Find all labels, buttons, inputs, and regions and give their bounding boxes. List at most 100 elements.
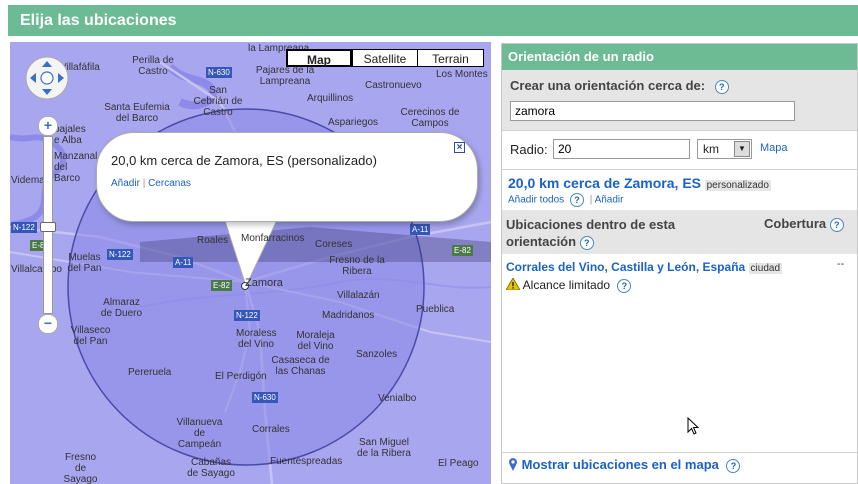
zoom-in-button[interactable]: + — [38, 116, 58, 136]
map-area[interactable]: la Lampreana Perilla de Castro N-630 Paj… — [10, 42, 491, 484]
result-separator: | — [589, 194, 593, 206]
map-label: Roales — [197, 235, 229, 246]
show-map-row: Mostrar ubicaciones en el mapa ? — [508, 457, 741, 474]
reach-text: Alcance limitado — [522, 278, 611, 292]
map-label: Corrales — [252, 424, 290, 435]
bubble-title: 20,0 km cerca de Zamora, ES (personaliza… — [111, 153, 377, 168]
bubble-nearby-link[interactable]: Cercanas — [148, 178, 191, 189]
coverage-header: Cobertura ? — [764, 216, 844, 232]
left-edge — [0, 0, 8, 484]
map-label: Cerecinos de Campos — [400, 107, 460, 129]
result-title-row: 20,0 km cerca de Zamora, ES personalizad… — [508, 175, 771, 191]
radius-input[interactable] — [553, 139, 690, 159]
panel-header: Orientación de un radio — [502, 44, 857, 70]
help-icon[interactable]: ? — [726, 458, 741, 473]
road-shield: N-122 — [11, 222, 37, 233]
radius-panel: Orientación de un radio Crear una orient… — [501, 43, 858, 484]
locations-header: Ubicaciones dentro de esta orientación ? — [506, 216, 696, 250]
map-label: Villalcampo — [11, 264, 62, 275]
map-label: Los Montes — [436, 69, 488, 80]
map-label: Villalazán — [337, 290, 380, 301]
location-tag: ciudad — [748, 263, 783, 274]
map-label: San Miguel de la Ribera — [357, 437, 411, 459]
map-label: El Peago — [438, 458, 479, 469]
road-shield: N-630 — [252, 392, 278, 403]
map-label: Perilla de Castro — [132, 55, 174, 77]
map-label: Fresno de la Ribera — [329, 255, 385, 277]
road-shield: A-11 — [173, 257, 194, 268]
pan-control[interactable] — [24, 55, 70, 101]
location-name[interactable]: Corrales del Vino, Castilla y León, Espa… — [506, 260, 745, 274]
bubble-add-link[interactable]: Añadir — [111, 178, 140, 189]
unit-select[interactable]: km ▼ — [697, 139, 752, 159]
road-shield: A-11 — [410, 224, 431, 235]
map-label: bajales e Alba — [54, 124, 86, 146]
result-section: 20,0 km cerca de Zamora, ES personalizad… — [502, 170, 857, 210]
map-label: Moraless del Vino — [236, 328, 277, 350]
zoom-slider-handle[interactable] — [40, 222, 56, 232]
radius-row: Radio: km ▼ Mapa — [502, 131, 857, 170]
radius-label: Radio: — [510, 142, 548, 157]
location-search-input[interactable] — [510, 101, 795, 121]
create-section: Crear una orientación cerca de: ? — [502, 70, 857, 131]
map-label: Coreses — [315, 239, 353, 250]
map-label: Castronuevo — [365, 80, 422, 91]
map-pin-icon — [508, 457, 518, 474]
map-label-zamora: Zamora — [245, 277, 283, 289]
map-label: Manzanal del Barco — [54, 151, 98, 184]
road-shield: E-82 — [452, 245, 473, 256]
map-label: Villaseco del Pan — [70, 325, 111, 347]
map-label: Santa Eufemia del Barco — [104, 102, 170, 124]
map-label: Aspariegos — [328, 117, 379, 128]
road-shield: N-630 — [206, 67, 232, 78]
map-label: Cabañas de Sayago — [187, 457, 235, 479]
result-tag: personalizado — [704, 180, 771, 191]
warning-icon — [505, 277, 521, 293]
dialog-title: Elija las ubicaciones — [20, 12, 177, 29]
map-label: Pereruela — [128, 367, 172, 378]
road-shield: N-122 — [107, 249, 133, 260]
map-label: San Cebrián de Castro — [193, 85, 243, 118]
map-label: Fuentespreadas — [270, 456, 343, 467]
add-all-link[interactable]: Añadir todos — [508, 195, 564, 206]
bubble-links: Añadir | Cercanas — [111, 178, 191, 189]
show-locations-on-map-link[interactable]: Mostrar ubicaciones en el mapa — [522, 457, 719, 472]
help-icon[interactable]: ? — [617, 278, 632, 293]
map-label: Arquillinos — [307, 93, 354, 104]
dialog-header: Elija las ubicaciones — [8, 5, 858, 36]
map-type-terrain-button[interactable]: Terrain — [417, 49, 484, 67]
map-link[interactable]: Mapa — [760, 142, 788, 154]
help-icon[interactable]: ? — [569, 193, 584, 207]
map-label: Videmal — [11, 175, 47, 186]
map-label: Fresno de Sayago — [63, 452, 98, 484]
chevron-down-icon[interactable]: ▼ — [734, 141, 750, 157]
map-label: Muelas del Pan — [67, 252, 102, 274]
zoom-out-button[interactable]: − — [38, 314, 58, 334]
divider — [502, 452, 857, 453]
bubble-separator: | — [142, 178, 146, 189]
cursor-arrow-icon — [687, 416, 700, 438]
locations-header-section: Ubicaciones dentro de esta orientación ?… — [502, 210, 857, 254]
help-icon[interactable]: ? — [579, 235, 594, 250]
add-link[interactable]: Añadir — [595, 195, 624, 206]
map-label: Venialbo — [378, 393, 417, 404]
close-icon[interactable]: × — [454, 142, 465, 153]
reach-row: Alcance limitado ? — [505, 277, 632, 293]
map-label: Sanzoles — [356, 349, 398, 360]
map-label: Madridanos — [322, 310, 375, 321]
map-label: Moraleja del Vino — [296, 330, 335, 352]
help-icon[interactable]: ? — [714, 79, 729, 94]
location-row: Corrales del Vino, Castilla y León, Espa… — [502, 254, 857, 294]
create-label-text: Crear una orientación cerca de: — [510, 78, 706, 93]
road-shield: N-122 — [234, 310, 260, 321]
unit-select-value: km — [703, 142, 719, 156]
location-title-row: Corrales del Vino, Castilla y León, Espa… — [506, 260, 783, 274]
info-bubble: 20,0 km cerca de Zamora, ES (personaliza… — [96, 132, 478, 222]
result-title[interactable]: 20,0 km cerca de Zamora, ES — [508, 175, 701, 191]
map-type-map-button[interactable]: Map — [286, 49, 352, 67]
map-label: Casaseca de las Chanas — [271, 355, 330, 377]
create-label: Crear una orientación cerca de: ? — [510, 78, 729, 94]
map-type-satellite-button[interactable]: Satellite — [352, 49, 418, 67]
help-icon[interactable]: ? — [829, 217, 844, 232]
road-shield: E-82 — [211, 280, 232, 291]
